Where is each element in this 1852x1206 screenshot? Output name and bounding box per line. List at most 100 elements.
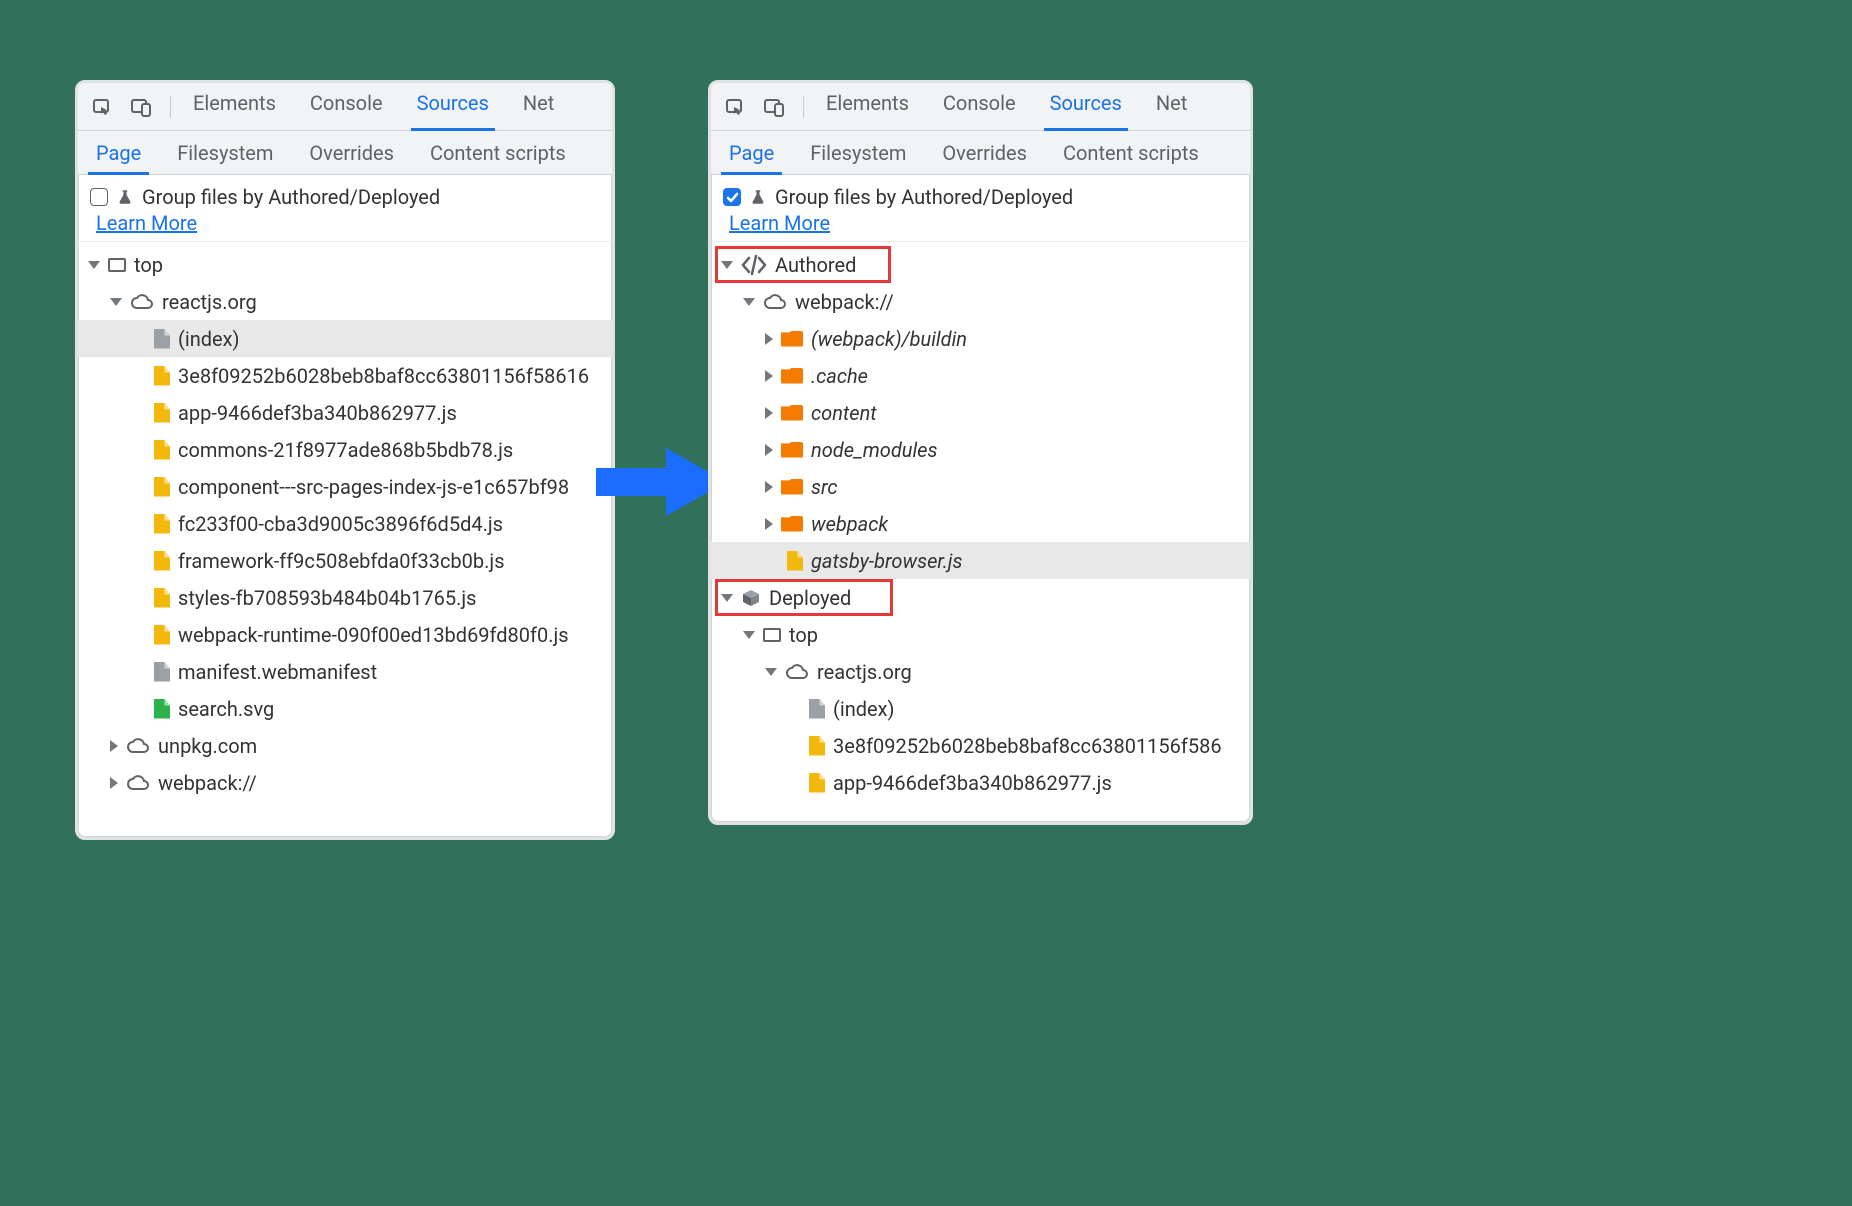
- folder-icon: [781, 516, 803, 532]
- cloud-icon: [130, 292, 154, 312]
- disclosure-closed-icon: [765, 518, 773, 530]
- tree-frame-top[interactable]: top: [711, 616, 1250, 653]
- tree-folder[interactable]: src: [711, 468, 1250, 505]
- disclosure-open-icon: [743, 298, 755, 306]
- tree-file[interactable]: gatsby-browser.js: [711, 542, 1250, 579]
- toggle-device-icon[interactable]: [128, 94, 154, 120]
- group-files-label: Group files by Authored/Deployed: [775, 185, 1073, 209]
- file-js-icon: [154, 366, 170, 386]
- tree-domain[interactable]: webpack://: [711, 283, 1250, 320]
- file-icon: [809, 699, 825, 719]
- subtab-content-scripts[interactable]: Content scripts: [412, 131, 584, 174]
- tab-network[interactable]: Net: [1154, 83, 1189, 130]
- cloud-icon: [785, 662, 809, 682]
- tree-folder[interactable]: node_modules: [711, 431, 1250, 468]
- transition-arrow-icon: [596, 442, 726, 522]
- tab-elements[interactable]: Elements: [191, 83, 278, 130]
- disclosure-open-icon: [765, 668, 777, 676]
- subtab-page[interactable]: Page: [711, 131, 792, 174]
- disclosure-closed-icon: [765, 481, 773, 493]
- subtab-overrides[interactable]: Overrides: [291, 131, 412, 174]
- inspect-element-icon[interactable]: [88, 94, 114, 120]
- tree-domain[interactable]: unpkg.com: [78, 727, 612, 764]
- file-tree: Authored webpack:// (webpack)/buildin .c…: [711, 242, 1250, 801]
- tree-file[interactable]: component---src-pages-index-js-e1c657bf9…: [78, 468, 612, 505]
- tree-file-index[interactable]: (index): [711, 690, 1250, 727]
- tree-folder[interactable]: content: [711, 394, 1250, 431]
- learn-more-link[interactable]: Learn More: [96, 211, 197, 235]
- tree-domain[interactable]: webpack://: [78, 764, 612, 801]
- folder-icon: [781, 479, 803, 495]
- tree-file[interactable]: search.svg: [78, 690, 612, 727]
- learn-more-link[interactable]: Learn More: [729, 211, 830, 235]
- file-js-icon: [154, 588, 170, 608]
- tree-file-index[interactable]: (index): [78, 320, 612, 357]
- tree-file[interactable]: webpack-runtime-090f00ed13bd69fd80f0.js: [78, 616, 612, 653]
- toolbar-divider: [170, 96, 171, 118]
- file-js-icon: [787, 551, 803, 571]
- group-files-checkbox[interactable]: [723, 188, 741, 206]
- tree-file[interactable]: commons-21f8977ade868b5bdb78.js: [78, 431, 612, 468]
- tab-console[interactable]: Console: [308, 83, 385, 130]
- tree-file[interactable]: 3e8f09252b6028beb8baf8cc63801156f586: [711, 727, 1250, 764]
- file-js-icon: [154, 514, 170, 534]
- tree-file[interactable]: framework-ff9c508ebfda0f33cb0b.js: [78, 542, 612, 579]
- folder-icon: [781, 405, 803, 421]
- tree-file[interactable]: manifest.webmanifest: [78, 653, 612, 690]
- disclosure-open-icon: [110, 298, 122, 306]
- subtab-overrides[interactable]: Overrides: [924, 131, 1045, 174]
- group-files-option: Group files by Authored/Deployed Learn M…: [711, 175, 1250, 242]
- inspect-element-icon[interactable]: [721, 94, 747, 120]
- tree-folder[interactable]: (webpack)/buildin: [711, 320, 1250, 357]
- file-js-icon: [154, 477, 170, 497]
- subtab-page[interactable]: Page: [78, 131, 159, 174]
- code-brackets-icon: [741, 253, 767, 277]
- tab-elements[interactable]: Elements: [824, 83, 911, 130]
- top-toolbar: Elements Console Sources Net: [78, 83, 612, 131]
- cloud-icon: [126, 773, 150, 793]
- tree-folder[interactable]: .cache: [711, 357, 1250, 394]
- disclosure-open-icon: [743, 631, 755, 639]
- group-files-option: Group files by Authored/Deployed Learn M…: [78, 175, 612, 242]
- file-js-icon: [154, 403, 170, 423]
- tab-sources[interactable]: Sources: [1048, 83, 1124, 130]
- tree-folder[interactable]: webpack: [711, 505, 1250, 542]
- top-toolbar: Elements Console Sources Net: [711, 83, 1250, 131]
- group-files-checkbox[interactable]: [90, 188, 108, 206]
- disclosure-closed-icon: [765, 444, 773, 456]
- tree-domain[interactable]: reactjs.org: [78, 283, 612, 320]
- folder-icon: [781, 368, 803, 384]
- tree-file[interactable]: app-9466def3ba340b862977.js: [78, 394, 612, 431]
- file-js-icon: [809, 736, 825, 756]
- tree-file[interactable]: 3e8f09252b6028beb8baf8cc63801156f58616: [78, 357, 612, 394]
- tree-file[interactable]: styles-fb708593b484b04b1765.js: [78, 579, 612, 616]
- folder-icon: [781, 442, 803, 458]
- disclosure-closed-icon: [110, 740, 118, 752]
- subtab-content-scripts[interactable]: Content scripts: [1045, 131, 1217, 174]
- subtab-filesystem[interactable]: Filesystem: [159, 131, 291, 174]
- tree-file[interactable]: app-9466def3ba340b862977.js: [711, 764, 1250, 801]
- cloud-icon: [763, 292, 787, 312]
- toggle-device-icon[interactable]: [761, 94, 787, 120]
- frame-icon: [108, 258, 126, 272]
- devtools-panel-before: Elements Console Sources Net Page Filesy…: [75, 80, 615, 840]
- tree-frame-top[interactable]: top: [78, 246, 612, 283]
- folder-icon: [781, 331, 803, 347]
- subtab-filesystem[interactable]: Filesystem: [792, 131, 924, 174]
- package-cube-icon: [741, 588, 761, 608]
- tab-network[interactable]: Net: [521, 83, 556, 130]
- cloud-icon: [126, 736, 150, 756]
- disclosure-open-icon: [88, 261, 100, 269]
- tree-domain[interactable]: reactjs.org: [711, 653, 1250, 690]
- file-js-icon: [154, 551, 170, 571]
- tree-group-deployed[interactable]: Deployed: [711, 579, 1250, 616]
- tab-console[interactable]: Console: [941, 83, 1018, 130]
- disclosure-closed-icon: [110, 777, 118, 789]
- frame-icon: [763, 628, 781, 642]
- tab-sources[interactable]: Sources: [415, 83, 491, 130]
- disclosure-open-icon: [721, 594, 733, 602]
- tree-group-authored[interactable]: Authored: [711, 246, 1250, 283]
- file-svg-icon: [154, 699, 170, 719]
- tree-file[interactable]: fc233f00-cba3d9005c3896f6d5d4.js: [78, 505, 612, 542]
- file-js-icon: [154, 440, 170, 460]
